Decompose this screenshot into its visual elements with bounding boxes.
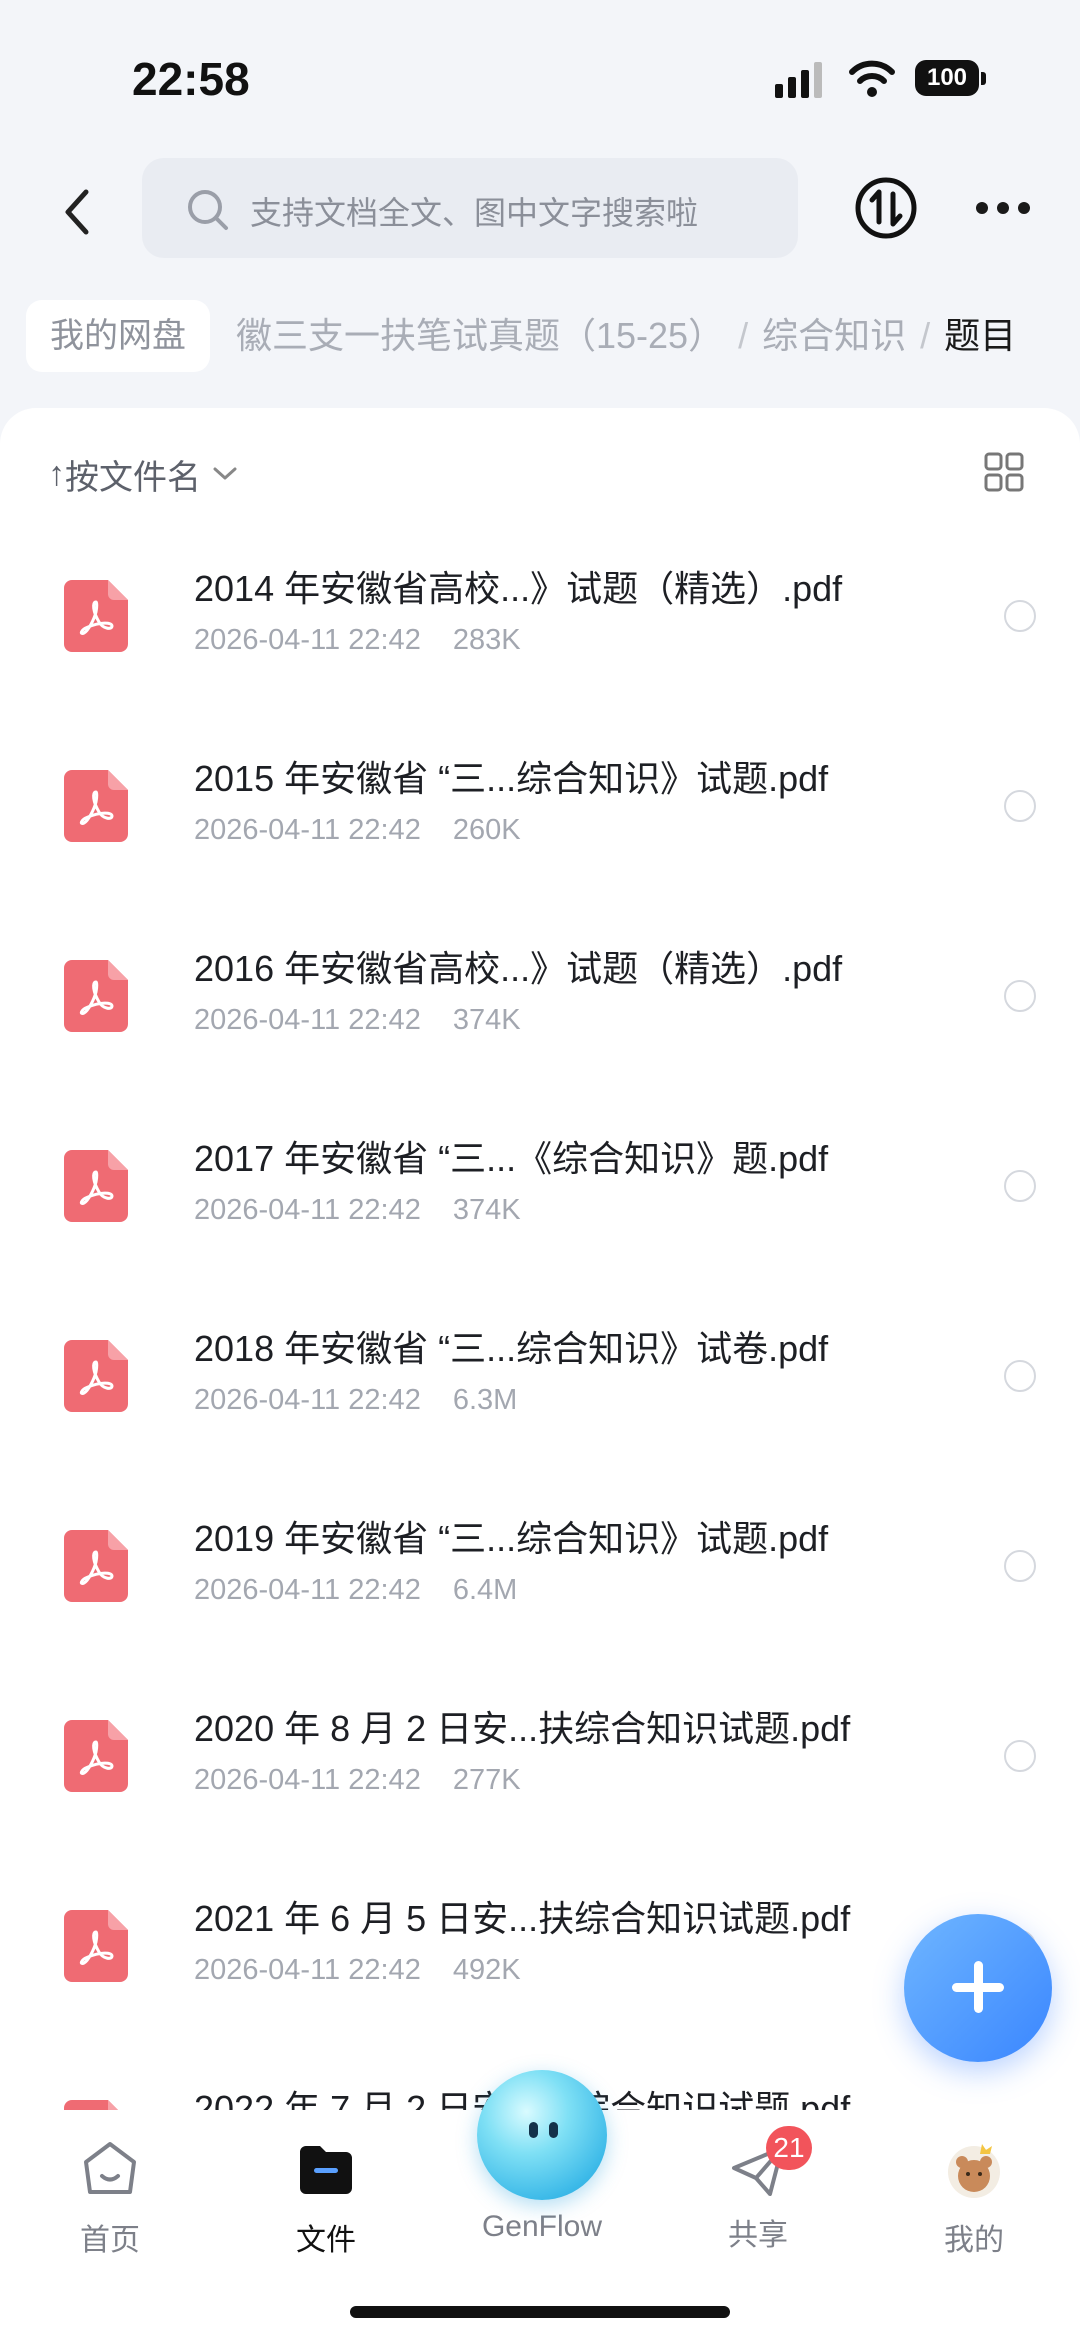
file-size: 260K — [452, 814, 521, 846]
home-icon — [84, 2142, 136, 2194]
file-name: 2016 年安徽省高校...》试题（精选）.pdf — [194, 948, 843, 989]
file-date: 2026-04-11 22:42 — [194, 1194, 421, 1226]
avatar-icon — [948, 2144, 1000, 2198]
file-row[interactable]: 2019 年安徽省 “三...综合知识》试题.pdf 2026-04-11 22… — [0, 1488, 1080, 1678]
file-size: 374K — [452, 1194, 521, 1226]
file-date: 2026-04-11 22:42 — [194, 1574, 421, 1606]
pdf-file-icon — [64, 1910, 128, 1982]
file-name: 2020 年 8 月 2 日安...扶综合知识试题.pdf — [194, 1708, 851, 1749]
sort-button[interactable]: ↑ 按文件名 — [48, 444, 237, 504]
file-name: 2017 年安徽省 “三...《综合知识》题.pdf — [194, 1138, 829, 1179]
file-meta: 2026-04-11 22:42 277K — [194, 1764, 521, 1797]
sort-label: 按文件名 — [65, 458, 201, 497]
tab-files[interactable]: 文件 — [246, 2138, 406, 2259]
status-time: 22:58 — [132, 53, 250, 105]
transfer-icon[interactable] — [854, 176, 918, 240]
file-meta: 2026-04-11 22:42 492K — [194, 1954, 521, 1987]
pdf-file-icon — [64, 1530, 128, 1602]
tab-share[interactable]: 21 共享 — [678, 2126, 838, 2254]
wifi-icon — [849, 60, 895, 97]
breadcrumb: 我的网盘 徽三支一扶笔试真题（15-25） / 综合知识 / 题目 — [0, 296, 1080, 382]
more-icon[interactable] — [976, 202, 1030, 216]
file-date: 2026-04-11 22:42 — [194, 1004, 421, 1036]
file-row[interactable]: 2015 年安徽省 “三...综合知识》试题.pdf 2026-04-11 22… — [0, 728, 1080, 918]
file-name: 2019 年安徽省 “三...综合知识》试题.pdf — [194, 1518, 829, 1559]
file-name: 2018 年安徽省 “三...综合知识》试卷.pdf — [194, 1328, 829, 1369]
file-date: 2026-04-11 22:42 — [194, 1764, 421, 1796]
pdf-file-icon — [64, 2100, 118, 2110]
file-meta: 2026-04-11 22:42 6.3M — [194, 1384, 517, 1417]
select-checkbox[interactable] — [1004, 1360, 1036, 1392]
file-meta: 2026-04-11 22:42 260K — [194, 814, 521, 847]
pdf-file-icon — [64, 770, 128, 842]
tab-me[interactable]: 我的 — [894, 2138, 1054, 2259]
search-icon — [188, 190, 228, 230]
select-checkbox[interactable] — [1004, 600, 1036, 632]
genflow-icon[interactable] — [477, 2070, 607, 2200]
file-row[interactable]: 2020 年 8 月 2 日安...扶综合知识试题.pdf 2026-04-11… — [0, 1678, 1080, 1868]
file-date: 2026-04-11 22:42 — [194, 1954, 421, 1986]
file-row[interactable]: 2018 年安徽省 “三...综合知识》试卷.pdf 2026-04-11 22… — [0, 1298, 1080, 1488]
file-size: 6.3M — [452, 1384, 518, 1416]
file-row[interactable]: 2017 年安徽省 “三...《综合知识》题.pdf 2026-04-11 22… — [0, 1108, 1080, 1298]
add-button[interactable] — [904, 1914, 1052, 2062]
battery-level: 100 — [915, 60, 979, 96]
share-badge: 21 — [766, 2126, 812, 2170]
file-date: 2026-04-11 22:42 — [194, 624, 421, 656]
select-checkbox[interactable] — [1004, 1170, 1036, 1202]
breadcrumb-home[interactable]: 我的网盘 — [26, 300, 210, 372]
file-date: 2026-04-11 22:42 — [194, 1384, 421, 1416]
select-checkbox[interactable] — [1004, 980, 1036, 1012]
file-meta: 2026-04-11 22:42 6.4M — [194, 1574, 517, 1607]
file-size: 277K — [452, 1764, 521, 1796]
select-checkbox[interactable] — [1004, 790, 1036, 822]
search-placeholder: 支持文档全文、图中文字搜索啦 — [250, 195, 699, 231]
tab-label: 文件 — [296, 2224, 356, 2257]
search-input[interactable]: 支持文档全文、图中文字搜索啦 — [142, 158, 798, 258]
file-size: 492K — [452, 1954, 521, 1986]
file-size: 374K — [452, 1004, 521, 1036]
pdf-file-icon — [64, 960, 128, 1032]
file-name: 2015 年安徽省 “三...综合知识》试题.pdf — [194, 758, 829, 799]
file-date: 2026-04-11 22:42 — [194, 814, 421, 846]
breadcrumb-item[interactable]: 徽三支一扶笔试真题（15-25） — [236, 315, 724, 356]
home-indicator — [350, 2306, 730, 2318]
file-size: 283K — [452, 624, 521, 656]
file-row[interactable]: 2016 年安徽省高校...》试题（精选）.pdf 2026-04-11 22:… — [0, 918, 1080, 1108]
chevron-down-icon — [213, 467, 237, 480]
file-list-panel: ↑ 按文件名 2014 年安徽省高校...》试题（精选）.pdf 2026-04… — [0, 408, 1080, 2110]
pdf-file-icon — [64, 580, 128, 652]
back-icon[interactable] — [56, 182, 100, 242]
folder-icon — [300, 2146, 352, 2194]
tab-label: 共享 — [728, 2219, 788, 2252]
breadcrumb-item[interactable]: 综合知识 — [762, 315, 906, 356]
breadcrumb-current: 题目 — [944, 315, 1017, 356]
status-bar: 22:58 100 — [0, 0, 1080, 150]
pdf-file-icon — [64, 1340, 128, 1412]
tab-label: GenFlow — [481, 2210, 603, 2243]
battery-icon: 100 — [915, 60, 987, 98]
file-name: 2014 年安徽省高校...》试题（精选）.pdf — [194, 568, 843, 609]
file-name: 2021 年 6 月 5 日安...扶综合知识试题.pdf — [194, 1898, 851, 1939]
file-meta: 2026-04-11 22:42 374K — [194, 1004, 521, 1037]
top-bar: 支持文档全文、图中文字搜索啦 — [0, 150, 1080, 270]
grid-view-icon[interactable] — [984, 452, 1024, 492]
tab-home[interactable]: 首页 — [30, 2138, 190, 2259]
pdf-file-icon — [64, 1720, 128, 1792]
file-meta: 2026-04-11 22:42 374K — [194, 1194, 521, 1227]
select-checkbox[interactable] — [1004, 1550, 1036, 1582]
select-checkbox[interactable] — [1004, 1740, 1036, 1772]
file-meta: 2026-04-11 22:42 283K — [194, 624, 521, 657]
pdf-file-icon — [64, 1150, 128, 1222]
file-row[interactable]: 2014 年安徽省高校...》试题（精选）.pdf 2026-04-11 22:… — [0, 538, 1080, 728]
file-size: 6.4M — [452, 1574, 518, 1606]
sort-arrow-icon: ↑ — [48, 454, 65, 493]
tab-label: 我的 — [944, 2224, 1004, 2257]
tab-label: 首页 — [80, 2224, 140, 2257]
signal-icon — [775, 62, 822, 98]
